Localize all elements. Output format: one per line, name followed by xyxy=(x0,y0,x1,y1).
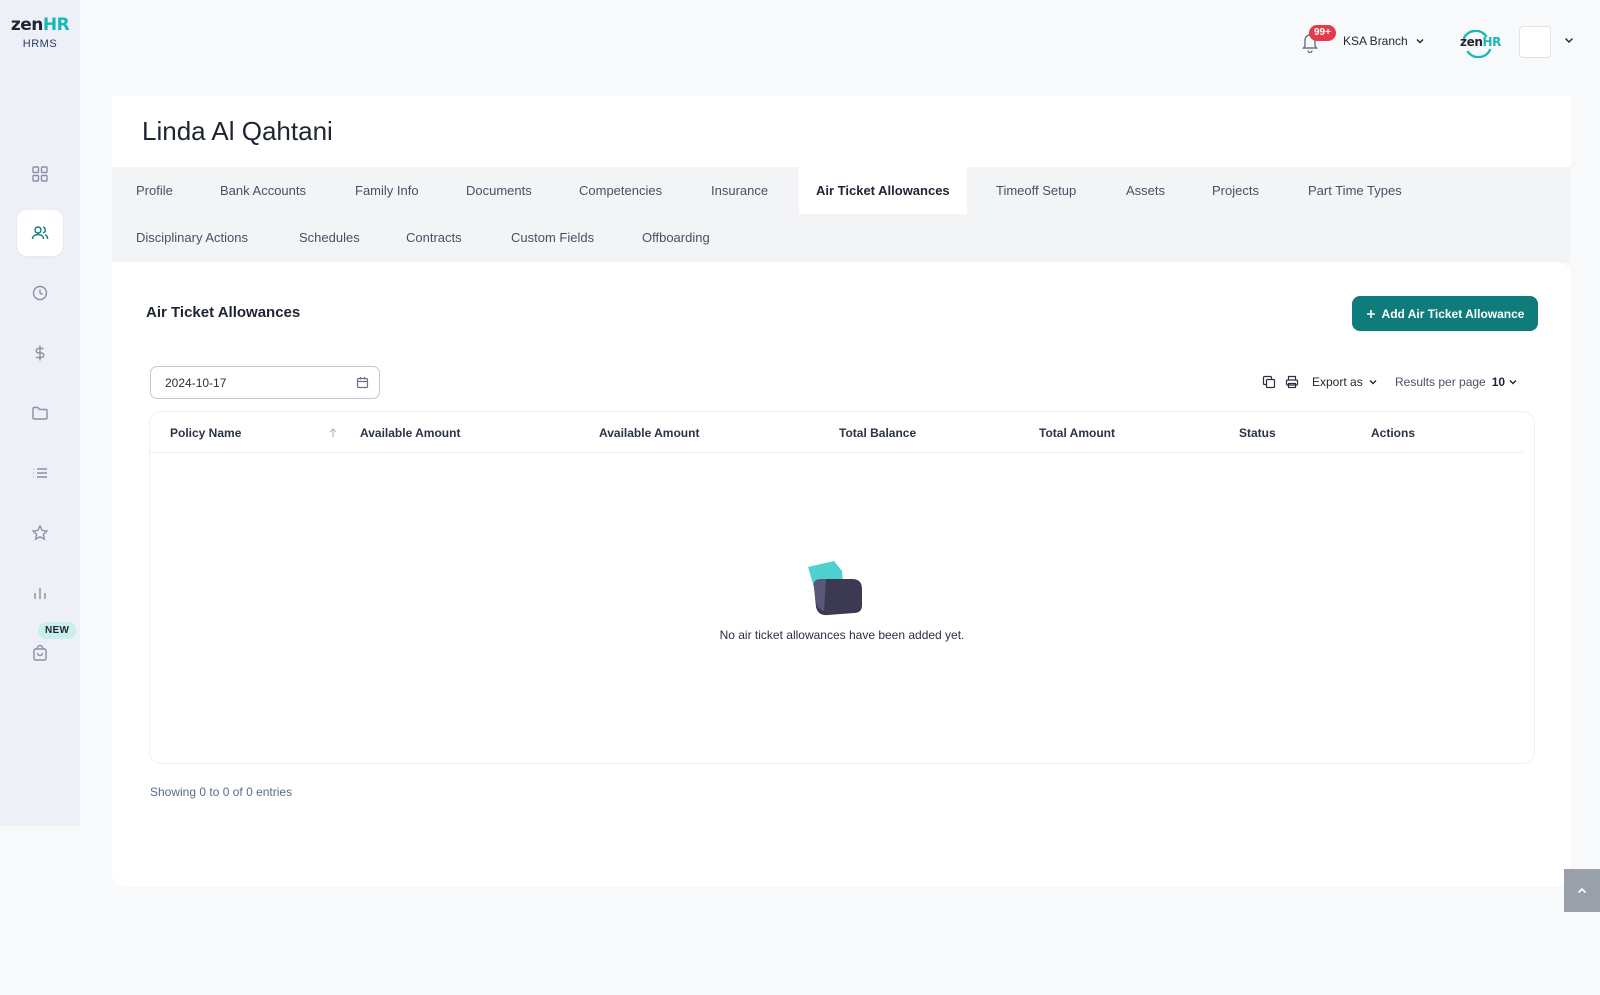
employee-tabs: Profile Bank Accounts Family Info Docume… xyxy=(112,167,1571,263)
tab-bank-accounts[interactable]: Bank Accounts xyxy=(220,167,306,214)
clock-icon xyxy=(32,285,48,301)
divider xyxy=(1550,32,1551,52)
sidebar-item-lists[interactable] xyxy=(17,450,63,496)
add-air-ticket-allowance-button[interactable]: Add Air Ticket Allowance xyxy=(1352,296,1538,331)
air-ticket-panel: Air Ticket Allowances Add Air Ticket All… xyxy=(112,262,1571,887)
copy-icon[interactable] xyxy=(1262,375,1276,389)
column-header-available-amount-2[interactable]: Available Amount xyxy=(599,426,699,440)
date-picker-input[interactable]: 2024-10-17 xyxy=(150,366,380,399)
tab-timeoff-setup[interactable]: Timeoff Setup xyxy=(996,167,1076,214)
results-per-page-label: Results per page xyxy=(1395,375,1486,389)
date-value: 2024-10-17 xyxy=(165,375,227,390)
tab-documents[interactable]: Documents xyxy=(466,167,532,214)
logo[interactable]: zenHR HRMS xyxy=(10,16,70,50)
tab-custom-fields[interactable]: Custom Fields xyxy=(511,214,594,261)
tab-part-time-types[interactable]: Part Time Types xyxy=(1308,167,1402,214)
empty-state-message: No air ticket allowances have been added… xyxy=(719,628,965,642)
sidebar-item-payroll[interactable] xyxy=(17,330,63,376)
sidebar-item-documents[interactable] xyxy=(17,390,63,436)
tab-disciplinary-actions[interactable]: Disciplinary Actions xyxy=(136,214,248,261)
sidebar-item-performance[interactable] xyxy=(17,510,63,556)
sort-ascending-icon[interactable] xyxy=(328,428,338,438)
add-button-label: Add Air Ticket Allowance xyxy=(1381,306,1525,321)
tab-family-info[interactable]: Family Info xyxy=(355,167,419,214)
tab-air-ticket-allowances[interactable]: Air Ticket Allowances xyxy=(799,167,967,214)
tab-assets[interactable]: Assets xyxy=(1126,167,1165,214)
branch-label: KSA Branch xyxy=(1343,34,1408,48)
company-logo: zenHR xyxy=(1458,30,1501,58)
scroll-to-top-button[interactable] xyxy=(1564,869,1600,912)
shopping-bag-icon xyxy=(33,644,47,661)
column-header-status[interactable]: Status xyxy=(1239,426,1276,440)
notification-badge: 99+ xyxy=(1309,25,1336,41)
tab-projects[interactable]: Projects xyxy=(1212,167,1259,214)
export-dropdown[interactable]: Export as xyxy=(1312,375,1378,389)
chevron-down-icon[interactable] xyxy=(1563,34,1575,46)
employee-header: Linda Al Qahtani xyxy=(112,96,1571,168)
company-logo-word-accent: HR xyxy=(1482,35,1501,49)
sidebar-item-time[interactable] xyxy=(17,270,63,316)
page-title: Linda Al Qahtani xyxy=(142,116,333,146)
results-per-page-value: 10 xyxy=(1491,375,1506,389)
plus-icon xyxy=(1366,309,1375,318)
column-header-policy-name[interactable]: Policy Name xyxy=(170,426,241,440)
company-logo-word-main: zen xyxy=(1460,35,1483,49)
users-icon xyxy=(31,226,49,240)
avatar[interactable] xyxy=(1519,26,1551,58)
column-header-total-amount[interactable]: Total Amount xyxy=(1039,426,1115,440)
chevron-down-icon xyxy=(1369,380,1377,385)
chevron-up-icon xyxy=(1577,887,1587,893)
section-title: Air Ticket Allowances xyxy=(146,304,301,321)
sidebar-item-employees[interactable] xyxy=(17,210,63,256)
table-header: Policy Name Available Amount Available A… xyxy=(150,412,1524,453)
tab-schedules[interactable]: Schedules xyxy=(299,214,360,261)
results-per-page: Results per page 10 xyxy=(1395,375,1518,389)
sidebar-item-reports[interactable] xyxy=(17,570,63,616)
folder-icon xyxy=(32,406,48,420)
tab-contracts[interactable]: Contracts xyxy=(406,214,462,261)
tab-profile[interactable]: Profile xyxy=(136,167,173,214)
column-header-actions: Actions xyxy=(1371,426,1416,440)
results-per-page-select[interactable]: 10 xyxy=(1492,375,1518,389)
export-label: Export as xyxy=(1312,375,1363,389)
pagination-info: Showing 0 to 0 of 0 entries xyxy=(150,785,293,799)
chevron-down-icon xyxy=(1416,39,1424,44)
allowances-table: Policy Name Available Amount Available A… xyxy=(149,411,1535,764)
print-icon[interactable] xyxy=(1285,375,1299,389)
column-header-total-balance[interactable]: Total Balance xyxy=(839,426,916,440)
branch-selector[interactable]: KSA Branch xyxy=(1343,34,1425,48)
sidebar-item-dashboard[interactable] xyxy=(17,151,63,197)
tab-offboarding[interactable]: Offboarding xyxy=(642,214,710,261)
tab-competencies[interactable]: Competencies xyxy=(579,167,662,214)
bar-chart-icon xyxy=(34,588,46,599)
logo-word-main: zen xyxy=(10,15,44,35)
logo-word-accent: HR xyxy=(42,15,70,35)
sidebar-item-marketplace[interactable] xyxy=(17,630,63,676)
empty-wallet-illustration xyxy=(808,561,862,616)
chevron-down-icon xyxy=(1509,380,1517,385)
tab-insurance[interactable]: Insurance xyxy=(711,167,768,214)
dollar-icon xyxy=(35,345,45,361)
sidebar: zenHR HRMS NEW xyxy=(0,0,80,826)
list-icon xyxy=(33,468,47,478)
dashboard-icon xyxy=(32,166,48,182)
calendar-icon[interactable] xyxy=(356,376,369,389)
column-header-available-amount[interactable]: Available Amount xyxy=(360,426,460,440)
logo-subtitle: HRMS xyxy=(22,38,58,50)
star-icon xyxy=(31,524,49,541)
